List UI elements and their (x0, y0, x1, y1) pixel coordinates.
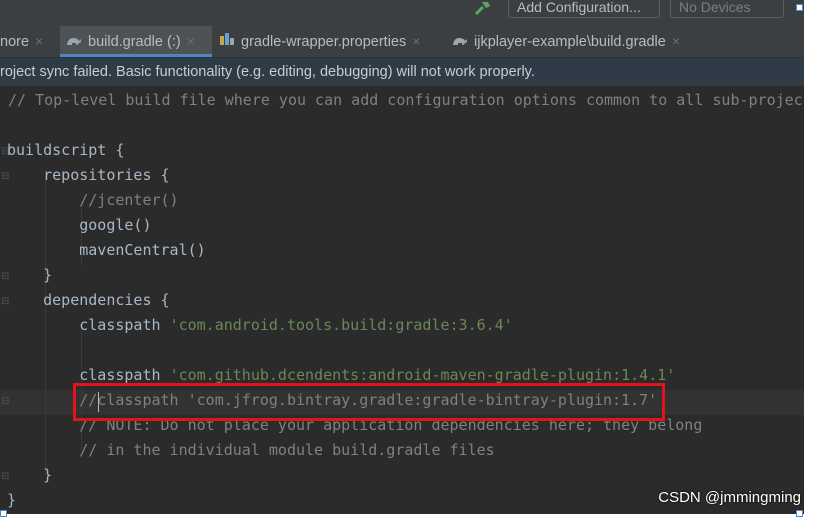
devices-dropdown[interactable]: No Devices (670, 0, 784, 18)
code-string: 'com.android.tools.build:gradle:3.6.4' (169, 316, 513, 334)
close-icon[interactable]: × (187, 33, 195, 49)
sync-failed-banner: roject sync failed. Basic functionality … (0, 58, 804, 86)
red-highlight-box (73, 383, 665, 421)
code-string: 'com.github.dcendents:android-maven-grad… (169, 366, 676, 384)
properties-icon (219, 26, 235, 57)
tab-ijkplayer-build-gradle[interactable]: ijkplayer-example\build.gradle × (452, 26, 706, 57)
code-line-9: dependencies { (7, 291, 170, 309)
gradle-icon (66, 26, 82, 57)
image-frame-right (804, 0, 815, 521)
gradle-icon (452, 26, 468, 57)
code-line-6: google() (7, 216, 152, 234)
close-icon[interactable]: × (672, 33, 680, 49)
code-line-1: // Top-level build file where you can ad… (8, 91, 803, 109)
csdn-watermark: CSDN @jmmingming (658, 489, 801, 506)
code-line-15: // in the individual module build.gradle… (7, 441, 495, 459)
tab-label: build.gradle (:) (88, 34, 181, 50)
code-line-4: repositories { (7, 166, 170, 184)
toolbar: Add Configuration... No Devices (0, 0, 804, 26)
code-keyword: classpath (7, 366, 170, 384)
tab-label: ijkplayer-example\build.gradle (474, 34, 666, 50)
code-line-16: } (7, 466, 53, 484)
code-keyword: classpath (7, 316, 170, 334)
code-line-7: mavenCentral() (7, 241, 206, 259)
editor-tabs: nore × build.gradle (:) × gradle-wrapper.p… (0, 26, 804, 58)
add-configuration-button[interactable]: Add Configuration... (508, 0, 660, 18)
resize-handle[interactable] (796, 510, 803, 517)
tab-build-gradle[interactable]: build.gradle (:) × (60, 26, 212, 57)
resize-handle[interactable] (796, 4, 803, 11)
tab-more[interactable]: nore × (0, 26, 58, 57)
code-editor[interactable]: ⊟ ⊟ ⊟ ⊟ ⊟ ⊟ // Top-level build file wher… (0, 86, 804, 514)
resize-handle[interactable] (0, 510, 7, 517)
tab-label: gradle-wrapper.properties (241, 34, 407, 50)
code-line-17: } (7, 491, 17, 509)
image-frame-bottom (0, 514, 815, 521)
code-line-3: buildscript { (7, 141, 125, 159)
close-icon[interactable]: × (35, 33, 43, 49)
hammer-icon[interactable] (474, 0, 494, 18)
ide-screenshot: Add Configuration... No Devices nore × bu… (0, 0, 815, 521)
tab-gradle-wrapper-properties[interactable]: gradle-wrapper.properties × (219, 26, 443, 57)
close-icon[interactable]: × (412, 33, 420, 49)
tab-label: nore (0, 34, 30, 50)
code-line-5: //jcenter() (7, 191, 179, 209)
code-line-10: classpath 'com.android.tools.build:gradl… (7, 313, 513, 338)
code-line-8: } (7, 266, 53, 284)
